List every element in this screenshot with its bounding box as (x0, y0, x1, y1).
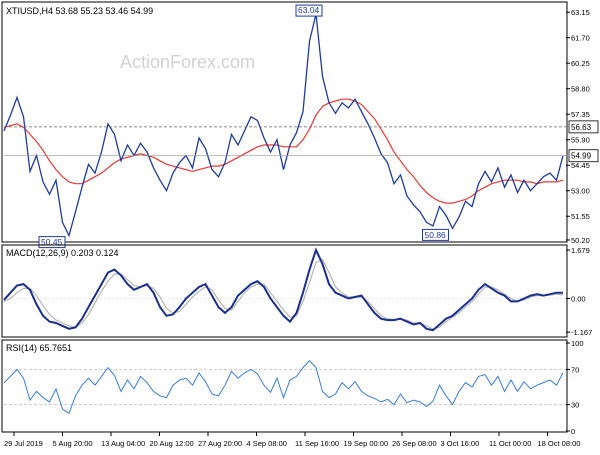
low-label: 50.86 (425, 230, 447, 240)
x-tick-label: 4 Sep 08:00 (247, 439, 287, 448)
rsi-y-tick-label: 0 (571, 427, 575, 436)
watermark: ActionForex.com (120, 52, 255, 72)
price-y-tick-label: 57.35 (571, 110, 590, 119)
rsi-y-tick-label: 30 (571, 401, 579, 410)
price-y-tick-label: 60.25 (571, 59, 590, 68)
low-label: 50.45 (41, 237, 63, 247)
price-y-tick-label: 50.20 (571, 236, 590, 245)
price-title: XTIUSD,H4 53.68 55.23 53.46 54.99 (6, 6, 153, 16)
x-tick-label: 26 Sep 08:00 (392, 439, 437, 448)
price-y-tick-label: 61.70 (571, 34, 590, 43)
x-tick-label: 19 Sep 00:00 (344, 439, 389, 448)
x-tick-label: 13 Aug 04:00 (101, 439, 145, 448)
macd-y-tick-label: 1.679 (571, 246, 590, 255)
x-tick-label: 3 Oct 16:00 (441, 439, 480, 448)
x-tick-label: 20 Aug 12:00 (150, 439, 194, 448)
price-y-tick-label: 55.90 (571, 136, 590, 145)
macd-y-tick-label: -1.167 (571, 328, 592, 337)
peak-label: 63.04 (298, 5, 320, 15)
x-tick-label: 29 Jul 2019 (4, 439, 43, 448)
price-y-tick-label: 54.45 (571, 161, 590, 170)
rsi-y-tick-label: 70 (571, 365, 579, 374)
macd-title: MACD(12,26,9) 0.203 0.124 (6, 248, 119, 258)
chart-root: ActionForex.com XTIUSD,H4 53.68 55.23 53… (0, 0, 600, 450)
x-tick-label: 5 Aug 20:00 (53, 439, 93, 448)
chart-canvas: ActionForex.com XTIUSD,H4 53.68 55.23 53… (0, 0, 600, 450)
price-y-tick-label: 58.80 (571, 85, 590, 94)
current-price-label: 54.99 (571, 152, 592, 161)
rsi-y-tick-label: 100 (571, 339, 584, 348)
resistance-badge-label: 56.63 (571, 123, 592, 132)
x-tick-label: 18 Oct 08:00 (538, 439, 581, 448)
price-y-tick-label: 53.00 (571, 187, 590, 196)
price-y-tick-label: 51.55 (571, 212, 590, 221)
x-tick-label: 11 Sep 16:00 (295, 439, 339, 448)
macd-y-tick-label: 0.00 (571, 294, 586, 303)
price-y-tick-label: 63.15 (571, 8, 590, 17)
x-tick-label: 27 Aug 20:00 (198, 439, 242, 448)
rsi-title: RSI(14) 65.7651 (6, 343, 72, 353)
x-tick-label: 11 Oct 00:00 (489, 439, 531, 448)
